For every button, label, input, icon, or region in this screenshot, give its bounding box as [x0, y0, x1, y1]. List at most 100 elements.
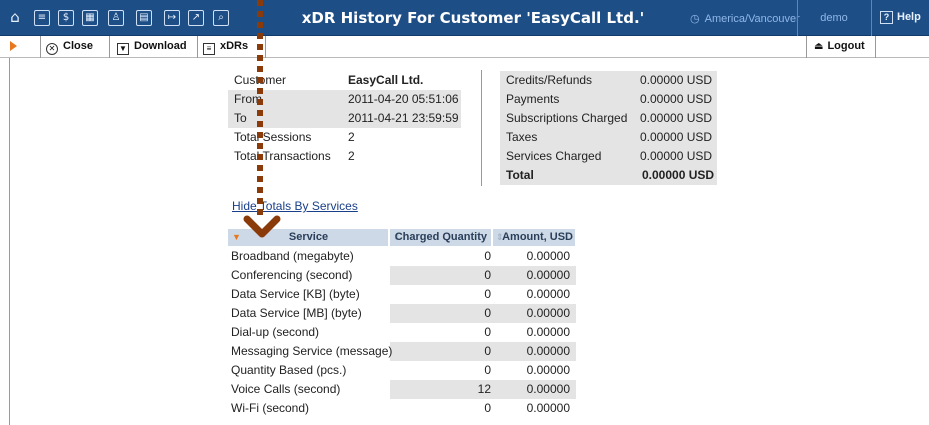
- charged-quantity: 12: [477, 382, 491, 396]
- amount: 0.00000: [526, 382, 570, 396]
- column-header-quantity[interactable]: ⇕ Charged Quantity: [390, 229, 492, 246]
- toolbar: ✕ Close ▼ Download ≡ xDRs ⏏ Logout: [0, 36, 929, 58]
- logout-label: Logout: [827, 40, 865, 52]
- annotation-dash: [257, 66, 263, 72]
- charged-quantity: 0: [484, 268, 491, 282]
- page-title: xDR History For Customer 'EasyCall Ltd.': [301, 9, 645, 27]
- table-row: Broadband (megabyte) 0 0.00000: [228, 247, 576, 266]
- download-label: Download: [134, 40, 187, 52]
- transactions-label: Total Transactions: [234, 149, 331, 163]
- table-row: Wi-Fi (second) 0 0.00000: [228, 399, 576, 418]
- charged-quantity: 0: [484, 287, 491, 301]
- help-button[interactable]: ? Help: [880, 11, 921, 24]
- logout-button[interactable]: ⏏ Logout: [814, 40, 865, 52]
- charge-label: Subscriptions Charged: [506, 111, 628, 125]
- dollar-icon[interactable]: $: [58, 10, 74, 26]
- charge-label: Payments: [506, 92, 560, 106]
- column-header-amount[interactable]: ⇕ Amount, USD: [493, 229, 576, 246]
- search-icon[interactable]: ⌕: [213, 10, 229, 26]
- xdrs-button[interactable]: ≡ xDRs: [203, 40, 248, 55]
- charge-value: 0.00000 USD: [640, 111, 713, 125]
- annotation-dash: [257, 121, 263, 127]
- sessions-value: 2: [348, 130, 355, 144]
- annotation-dash: [257, 176, 263, 182]
- charge-value: 0.00000 USD: [640, 73, 713, 87]
- charge-value: 0.00000 USD: [642, 168, 715, 182]
- annotation-dash: [257, 77, 263, 83]
- play-icon: [10, 41, 17, 51]
- annotation-dash: [257, 99, 263, 105]
- timezone-display: ◷ America/Vancouver: [690, 12, 800, 25]
- person-icon[interactable]: ♙: [108, 10, 124, 26]
- charged-quantity: 0: [484, 363, 491, 377]
- amount: 0.00000: [526, 325, 570, 339]
- home-icon[interactable]: ⌂: [7, 10, 23, 26]
- card-icon[interactable]: ▤: [136, 10, 152, 26]
- top-bar: ⌂ ≡ $ ▦ ♙ ▤ ↦ ↗ ⌕ xDR History For Custom…: [0, 0, 929, 36]
- amount: 0.00000: [526, 287, 570, 301]
- charge-row: Payments 0.00000 USD: [500, 90, 717, 109]
- list-icon[interactable]: ≡: [34, 10, 50, 26]
- annotation-dash: [257, 165, 263, 171]
- help-label: Help: [897, 11, 921, 23]
- charge-row: Taxes 0.00000 USD: [500, 128, 717, 147]
- user-name[interactable]: demo: [798, 12, 870, 24]
- charged-quantity: 0: [484, 401, 491, 415]
- toolbar-divider: [109, 36, 110, 58]
- toolbar-divider: [40, 36, 41, 58]
- charge-label: Credits/Refunds: [506, 73, 593, 87]
- page-border: [9, 58, 10, 425]
- grid-icon[interactable]: ▦: [82, 10, 98, 26]
- amount: 0.00000: [526, 363, 570, 377]
- chevron-down-icon: [243, 215, 281, 238]
- charge-label: Total: [506, 168, 534, 182]
- logout-icon: ⏏: [814, 41, 824, 52]
- from-value: 2011-04-20 05:51:06: [348, 92, 459, 106]
- xdrs-label: xDRs: [220, 40, 249, 52]
- annotation-dash: [257, 187, 263, 193]
- summary-divider: [481, 70, 482, 186]
- table-row: Data Service [KB] (byte) 0 0.00000: [228, 285, 576, 304]
- charge-row: Services Charged 0.00000 USD: [500, 147, 717, 166]
- annotation-dash: [257, 55, 263, 61]
- totals-toggle-bar: Hide Totals By Services: [228, 194, 717, 218]
- timezone-label: America/Vancouver: [704, 13, 800, 25]
- annotation-dash: [257, 88, 263, 94]
- chart-icon[interactable]: ↗: [188, 10, 204, 26]
- table-row: Quantity Based (pcs.) 0 0.00000: [228, 361, 576, 380]
- annotation-dash: [257, 22, 263, 28]
- download-button[interactable]: ▼ Download: [117, 40, 187, 55]
- arrow-icon[interactable]: ↦: [164, 10, 180, 26]
- charge-value: 0.00000 USD: [640, 92, 713, 106]
- sessions-label: Total Sessions: [234, 130, 312, 144]
- amount: 0.00000: [526, 249, 570, 263]
- close-icon: ✕: [46, 43, 58, 55]
- to-label: To: [234, 111, 247, 125]
- annotation-dash: [257, 33, 263, 39]
- hide-totals-link[interactable]: Hide Totals By Services: [232, 199, 358, 213]
- charged-quantity: 0: [484, 306, 491, 320]
- charge-label: Services Charged: [506, 149, 602, 163]
- charged-quantity: 0: [484, 344, 491, 358]
- table-row: Data Service [MB] (byte) 0 0.00000: [228, 304, 576, 323]
- annotation-dash: [257, 132, 263, 138]
- charge-value: 0.00000 USD: [640, 149, 713, 163]
- annotation-dash: [257, 0, 263, 6]
- annotation-dash: [257, 11, 263, 17]
- annotation-dash: [257, 154, 263, 160]
- close-label: Close: [63, 40, 93, 52]
- toolbar-divider: [806, 36, 807, 58]
- charge-row-total: Total 0.00000 USD: [500, 166, 717, 185]
- charge-row: Credits/Refunds 0.00000 USD: [500, 71, 717, 90]
- charge-value: 0.00000 USD: [640, 130, 713, 144]
- annotation-dash: [257, 44, 263, 50]
- to-value: 2011-04-21 23:59:59: [348, 111, 459, 125]
- amount: 0.00000: [526, 401, 570, 415]
- toolbar-divider: [265, 36, 266, 58]
- topbar-divider: [871, 0, 872, 36]
- annotation-dash: [257, 110, 263, 116]
- xdrs-icon: ≡: [203, 43, 215, 55]
- annotation-dash: [257, 198, 263, 204]
- table-row: Voice Calls (second) 12 0.00000: [228, 380, 576, 399]
- close-button[interactable]: ✕ Close: [46, 40, 93, 55]
